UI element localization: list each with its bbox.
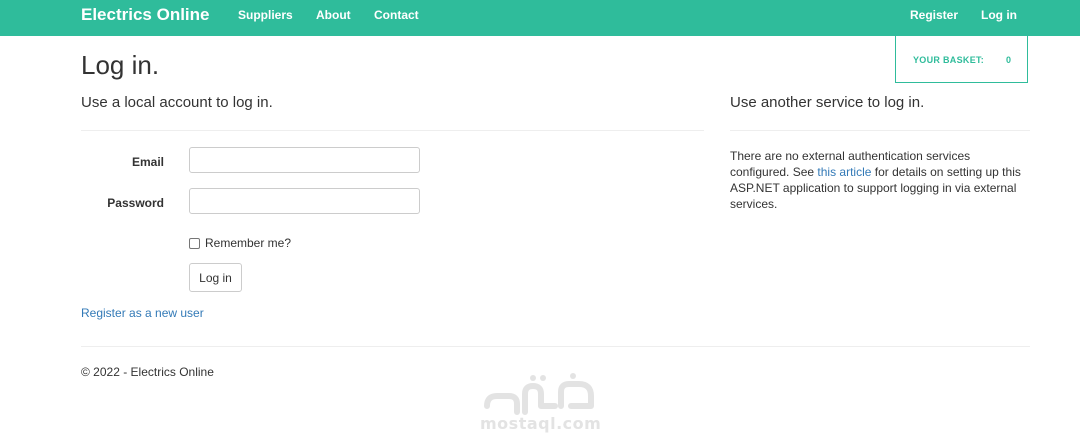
remember-me-checkbox[interactable] bbox=[189, 238, 200, 249]
nav-link-register[interactable]: Register bbox=[910, 0, 958, 36]
page-title: Log in. bbox=[81, 50, 160, 80]
register-new-user-link[interactable]: Register as a new user bbox=[81, 306, 204, 320]
nav-link-suppliers[interactable]: Suppliers bbox=[238, 0, 293, 36]
watermark-text: mostaql.com bbox=[480, 414, 602, 433]
basket-label: YOUR BASKET: bbox=[913, 55, 985, 65]
divider bbox=[730, 130, 1030, 131]
this-article-link[interactable]: this article bbox=[817, 165, 871, 179]
nav-link-about[interactable]: About bbox=[316, 0, 351, 36]
local-account-heading: Use a local account to log in. bbox=[81, 94, 273, 111]
basket-widget[interactable]: YOUR BASKET: 0 bbox=[895, 36, 1028, 83]
remember-me-label[interactable]: Remember me? bbox=[205, 236, 291, 250]
brand-link[interactable]: Electrics Online bbox=[81, 0, 210, 36]
divider bbox=[81, 130, 704, 131]
login-button[interactable]: Log in bbox=[189, 263, 242, 292]
password-field[interactable] bbox=[189, 188, 420, 214]
nav-link-contact[interactable]: Contact bbox=[374, 0, 419, 36]
mostaql-logo-icon bbox=[484, 373, 594, 415]
nav-link-login[interactable]: Log in bbox=[981, 0, 1017, 36]
password-label: Password bbox=[107, 196, 164, 210]
footer-divider bbox=[81, 346, 1030, 347]
email-label: Email bbox=[131, 155, 164, 169]
external-service-heading: Use another service to log in. bbox=[730, 94, 925, 111]
email-field[interactable] bbox=[189, 147, 420, 173]
top-navbar: Electrics Online Suppliers About Contact… bbox=[0, 0, 1080, 36]
external-auth-message: There are no external authentication ser… bbox=[730, 148, 1030, 212]
footer-copyright: © 2022 - Electrics Online bbox=[81, 365, 214, 379]
basket-count: 0 bbox=[1006, 55, 1012, 65]
